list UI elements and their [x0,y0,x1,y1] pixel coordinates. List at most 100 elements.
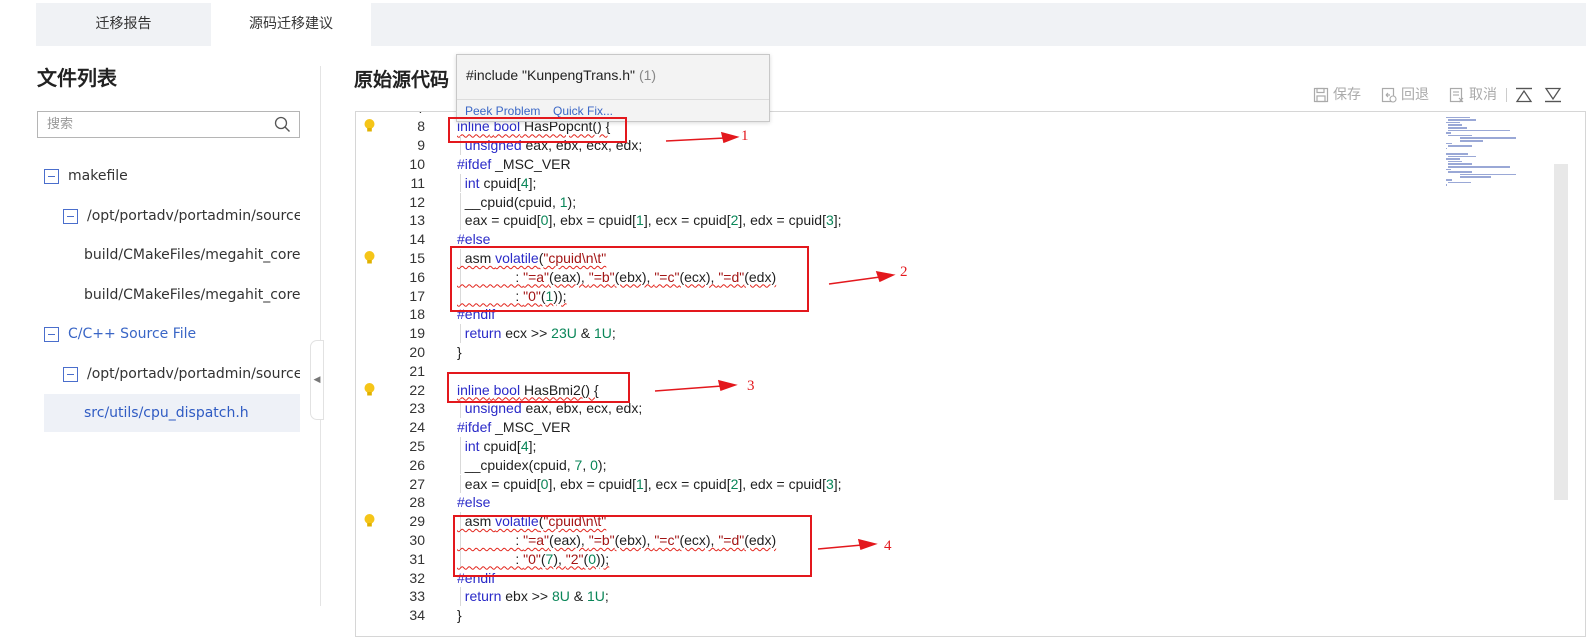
code-line[interactable]: 33 return ebx >> 8U & 1U; [356,587,1436,607]
cancel-button[interactable]: 取消 [1449,84,1497,106]
scroll-bottom-button[interactable] [1544,84,1566,106]
minimap-line [1446,147,1447,150]
peek-problem-link[interactable]: Peek Problem [465,104,540,118]
code-line[interactable]: 20} [356,343,1436,362]
tree-item[interactable]: build/CMakeFiles/megahit_core_... [84,276,300,314]
tree-item[interactable]: C/C++ Source File [44,315,300,353]
search-box [37,111,300,138]
minimap-line [1459,176,1491,178]
panel-divider [320,66,321,606]
search-input[interactable] [38,112,268,137]
code-line[interactable]: 34} [356,606,1436,625]
lightbulb-icon[interactable] [364,250,375,265]
line-text: } [457,607,462,624]
tab-migration-report[interactable]: 迁移报告 [36,3,211,46]
line-number: 14 [409,231,425,248]
line-number: 30 [409,531,425,548]
code-line[interactable]: 10 #ifdef _MSC_VER [356,155,1436,174]
code-line[interactable]: 19 return ecx >> 23U & 1U; [356,324,1436,343]
minimap-line [1459,140,1484,142]
minimap-line [1446,121,1461,124]
save-label: 保存 [1333,87,1361,103]
line-text: eax = cpuid[0], ebx = cpuid[1], ecx = cp… [457,212,842,229]
revert-button[interactable]: 回退 [1381,84,1429,106]
tree-item[interactable]: build/CMakeFiles/megahit_core.dir/... [84,236,300,274]
minimap-line [1446,158,1461,160]
line-number: 31 [409,550,425,567]
revert-icon [1381,87,1397,103]
scroll-top-button[interactable] [1515,84,1537,106]
line-text: eax = cpuid[0], ebx = cpuid[1], ecx = cp… [457,475,842,492]
line-number: 19 [409,325,425,342]
tree-item-label: build/CMakeFiles/megahit_core_... [84,287,300,303]
minimap[interactable] [1446,114,1516,188]
tree-item[interactable]: /opt/portadv/portadmin/source [63,355,300,393]
annotation-box-1 [448,117,627,143]
code-line[interactable]: 28 #else [356,493,1436,512]
source-code-title: 原始源代码 [354,69,450,91]
line-number: 26 [409,456,425,473]
collapse-icon[interactable] [63,366,78,382]
code-line[interactable]: 12 __cpuid(cpuid, 1); [356,192,1436,212]
tree-item[interactable]: makefile [44,157,300,195]
minimap-line [1447,155,1477,158]
collapse-icon[interactable] [44,326,59,342]
annotation-box-3 [447,372,630,403]
line-number: 28 [409,494,425,511]
code-line[interactable]: 13 eax = cpuid[0], ebx = cpuid[1], ecx =… [356,211,1436,231]
tree-item[interactable]: src/utils/cpu_dispatch.h [44,394,300,432]
line-number: 32 [409,569,425,586]
line-number: 27 [409,475,425,492]
collapse-icon[interactable] [63,208,78,224]
line-number: 9 [417,137,425,154]
line-number: 34 [409,607,425,624]
tree-item-label: src/utils/cpu_dispatch.h [84,405,249,421]
save-button[interactable]: 保存 [1313,84,1361,106]
toolbar-separator [1506,88,1507,102]
search-icon[interactable] [274,116,291,137]
line-number: 23 [409,400,425,417]
code-line[interactable]: 26 __cpuidex(cpuid, 7, 0); [356,455,1436,475]
collapse-left-icon: ◀ [313,375,321,385]
line-text: return ecx >> 23U & 1U; [464,325,616,342]
tree-item[interactable]: /opt/portadv/portadmin/source [63,197,300,235]
quick-fix-link[interactable]: Quick Fix... [553,104,613,118]
tree-item-label: build/CMakeFiles/megahit_core.dir/... [84,247,300,263]
annotation-number-2: 2 [900,264,908,280]
line-text: } [457,343,462,360]
revert-label: 回退 [1401,87,1429,103]
line-number: 33 [409,588,425,605]
minimap-line [1446,153,1468,155]
line-text: int cpuid[4]; [464,174,537,191]
annotation-box-4 [453,515,812,577]
minimap-line [1446,168,1451,171]
collapse-panel-handle[interactable]: ◀ [310,340,324,420]
code-line[interactable]: 24 #ifdef _MSC_VER [356,418,1436,437]
line-number: 11 [410,174,425,191]
minimap-line [1447,124,1463,126]
line-number: 18 [409,306,425,323]
code-line[interactable]: 27 eax = cpuid[0], ebx = cpuid[1], ecx =… [356,474,1436,494]
code-line[interactable]: 25 int cpuid[4]; [356,436,1436,456]
line-number: 24 [409,419,425,436]
popup-count: (1) [638,67,657,83]
minimap-line [1447,119,1477,121]
collapse-icon[interactable] [44,168,59,184]
minimap-line [1447,163,1472,165]
scroll-top-icon [1515,87,1533,103]
line-number: 21 [409,362,425,379]
annotation-number-4: 4 [884,538,892,554]
vertical-scrollbar[interactable] [1554,164,1568,500]
line-text: __cpuid(cpuid, 1); [457,193,577,210]
minimap-line [1446,116,1470,119]
lightbulb-icon[interactable] [364,119,375,133]
lightbulb-icon[interactable] [364,382,375,397]
save-icon [1313,87,1329,103]
lightbulb-icon[interactable] [364,514,375,528]
code-line[interactable]: 11 int cpuid[4]; [356,173,1436,193]
popup-message: #include "KunpengTrans.h" (1) [466,67,656,83]
line-text: return ebx >> 8U & 1U; [464,588,609,605]
minimap-line [1447,160,1463,163]
line-number: 8 [417,118,425,135]
tab-source-migration-advice[interactable]: 源码迁移建议 [211,3,371,46]
